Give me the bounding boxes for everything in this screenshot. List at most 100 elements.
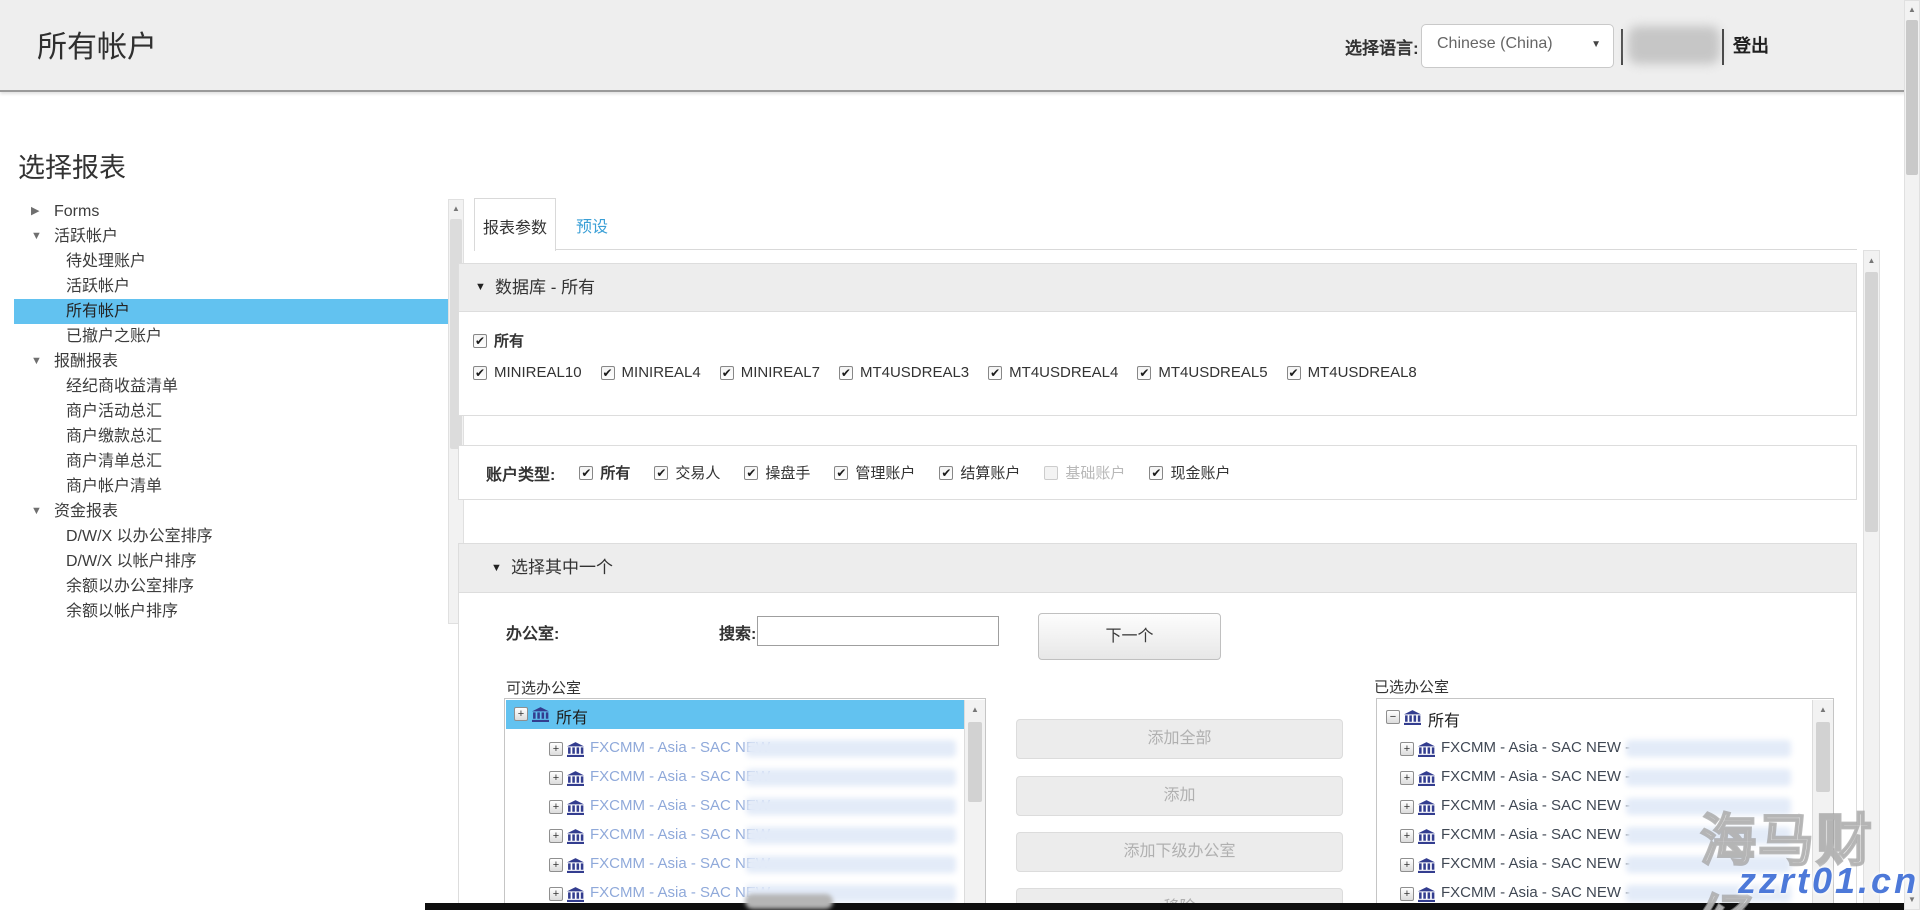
office-link[interactable]: FXCMM - Asia - SAC NEW	[590, 884, 770, 901]
expand-plus-icon[interactable]: +	[1400, 771, 1414, 785]
office-link[interactable]: FXCMM - Asia - SAC NEW	[590, 797, 770, 814]
type-checkbox-settlement[interactable]: ✔ 结算账户	[939, 462, 1020, 483]
collapse-caret-icon[interactable]: ▼	[475, 264, 486, 311]
scrollbar-thumb[interactable]	[1816, 722, 1830, 792]
tree-item-merchant-list-summary[interactable]: 商户清单总汇	[14, 449, 460, 474]
tree-expanded-icon[interactable]: ▼	[31, 224, 42, 249]
office-label[interactable]: FXCMM - Asia - SAC NEW -	[1441, 768, 1630, 785]
expand-plus-icon[interactable]: +	[549, 829, 563, 843]
tree-collapsed-icon[interactable]: ▶	[31, 199, 39, 224]
office-label[interactable]: FXCMM - Asia - SAC NEW -	[1441, 739, 1630, 756]
type-checkbox-operator[interactable]: ✔ 操盘手	[744, 462, 810, 483]
checkbox-checked-icon[interactable]: ✔	[744, 466, 758, 480]
type-checkbox-trader[interactable]: ✔ 交易人	[654, 462, 720, 483]
tree-item-closed-accounts[interactable]: 已撤户之账户	[14, 324, 460, 349]
tree-item-forms[interactable]: ▶ Forms	[14, 199, 460, 224]
tab-presets[interactable]: 预设	[556, 198, 628, 250]
office-link[interactable]: FXCMM - Asia - SAC NEW	[590, 768, 770, 785]
office-row[interactable]: + FXCMM - Asia - SAC NEW	[506, 764, 964, 793]
checkbox-checked-icon[interactable]: ✔	[834, 466, 848, 480]
tree-item-reward-reports-group[interactable]: ▼ 报酬报表	[14, 349, 460, 374]
checkbox-checked-icon[interactable]: ✔	[654, 466, 668, 480]
expand-plus-icon[interactable]: +	[549, 742, 563, 756]
expand-plus-icon[interactable]: +	[549, 887, 563, 901]
expand-plus-icon[interactable]: +	[1400, 742, 1414, 756]
scroll-up-icon[interactable]: ▲	[449, 201, 463, 217]
list-scrollbar[interactable]: ▲	[964, 700, 985, 910]
office-label[interactable]: FXCMM - Asia - SAC NEW -	[1441, 826, 1630, 843]
scroll-up-icon[interactable]: ▲	[1813, 702, 1833, 718]
tree-item-balance-by-office[interactable]: 余额以办公室排序	[14, 574, 460, 599]
office-row[interactable]: + FXCMM - Asia - SAC NEW	[506, 822, 964, 851]
scrollbar-thumb[interactable]	[968, 722, 982, 802]
db-checkbox-mt4usdreal3[interactable]: ✔ MT4USDREAL3	[839, 364, 969, 381]
add-sub-offices-button[interactable]: 添加下级办公室	[1016, 832, 1343, 872]
tree-item-broker-income[interactable]: 经纪商收益清单	[14, 374, 460, 399]
tree-item-all-accounts-selected[interactable]: 所有帐户	[14, 299, 460, 324]
office-link[interactable]: FXCMM - Asia - SAC NEW	[590, 739, 770, 756]
logout-link[interactable]: 登出	[1733, 32, 1769, 58]
expand-plus-icon[interactable]: +	[1400, 829, 1414, 843]
tree-expanded-icon[interactable]: ▼	[31, 499, 42, 524]
checkbox-checked-icon[interactable]: ✔	[1287, 366, 1301, 380]
scrollbar-thumb[interactable]	[1865, 272, 1878, 532]
tree-item-merchant-activity[interactable]: 商户活动总汇	[14, 399, 460, 424]
checkbox-checked-icon[interactable]: ✔	[939, 466, 953, 480]
scroll-up-icon[interactable]: ▲	[1864, 253, 1879, 269]
db-checkbox-mt4usdreal4[interactable]: ✔ MT4USDREAL4	[988, 364, 1118, 381]
tree-item-merchant-account-list[interactable]: 商户帐户清单	[14, 474, 460, 499]
next-button[interactable]: 下一个	[1038, 613, 1221, 660]
expand-plus-icon[interactable]: +	[549, 800, 563, 814]
browser-scrollbar[interactable]: ▲ ▼	[1904, 0, 1920, 910]
checkbox-checked-icon[interactable]: ✔	[1137, 366, 1151, 380]
tree-item-dwx-by-office[interactable]: D/W/X 以办公室排序	[14, 524, 460, 549]
tree-item-merchant-payment[interactable]: 商户缴款总汇	[14, 424, 460, 449]
office-row[interactable]: + FXCMM - Asia - SAC NEW	[506, 851, 964, 880]
office-root-row[interactable]: + 所有	[506, 700, 964, 729]
office-label[interactable]: FXCMM - Asia - SAC NEW -	[1441, 855, 1630, 872]
type-checkbox-cash[interactable]: ✔ 现金账户	[1149, 462, 1230, 483]
db-all-checkbox[interactable]: ✔ 所有	[473, 330, 524, 351]
office-row[interactable]: + FXCMM - Asia - SAC NEW	[506, 793, 964, 822]
type-checkbox-managed[interactable]: ✔ 管理账户	[834, 462, 915, 483]
office-row[interactable]: + FXCMM - Asia - SAC NEW -	[1378, 735, 1812, 764]
expand-plus-icon[interactable]: +	[1400, 887, 1414, 901]
expand-plus-icon[interactable]: +	[549, 771, 563, 785]
office-root-row[interactable]: − 所有	[1378, 703, 1812, 732]
checkbox-checked-icon[interactable]: ✔	[601, 366, 615, 380]
expand-plus-icon[interactable]: +	[1400, 858, 1414, 872]
tree-item-dwx-by-account[interactable]: D/W/X 以帐户排序	[14, 549, 460, 574]
db-checkbox-mt4usdreal5[interactable]: ✔ MT4USDREAL5	[1137, 364, 1267, 381]
expand-plus-icon[interactable]: +	[549, 858, 563, 872]
tree-expanded-icon[interactable]: ▼	[31, 349, 42, 374]
tree-item-fund-reports-group[interactable]: ▼ 资金报表	[14, 499, 460, 524]
scroll-up-icon[interactable]: ▲	[965, 702, 985, 718]
tree-item-balance-by-account[interactable]: 余额以帐户排序	[14, 599, 460, 624]
collapse-minus-icon[interactable]: −	[1386, 710, 1400, 724]
choose-section-header[interactable]: ▼ 选择其中一个	[459, 544, 1856, 593]
checkbox-checked-icon[interactable]: ✔	[473, 334, 487, 348]
language-select[interactable]: Chinese (China) ▼	[1421, 24, 1614, 68]
checkbox-checked-icon[interactable]: ✔	[473, 366, 487, 380]
collapse-caret-icon[interactable]: ▼	[491, 544, 502, 592]
expand-plus-icon[interactable]: +	[514, 707, 528, 721]
tree-item-pending-accounts[interactable]: 待处理账户	[14, 249, 460, 274]
db-checkbox-minireal4[interactable]: ✔ MINIREAL4	[601, 364, 701, 381]
tab-report-params[interactable]: 报表参数	[474, 198, 556, 251]
add-button[interactable]: 添加	[1016, 776, 1343, 816]
checkbox-checked-icon[interactable]: ✔	[1149, 466, 1163, 480]
type-checkbox-all[interactable]: ✔ 所有	[579, 462, 630, 483]
checkbox-checked-icon[interactable]: ✔	[579, 466, 593, 480]
office-row[interactable]: + FXCMM - Asia - SAC NEW -	[1378, 764, 1812, 793]
scroll-up-icon[interactable]: ▲	[1905, 2, 1919, 18]
office-row[interactable]: + FXCMM - Asia - SAC NEW	[506, 735, 964, 764]
add-all-button[interactable]: 添加全部	[1016, 719, 1343, 759]
office-label[interactable]: FXCMM - Asia - SAC NEW -	[1441, 797, 1630, 814]
db-checkbox-mt4usdreal8[interactable]: ✔ MT4USDREAL8	[1287, 364, 1417, 381]
database-section-header[interactable]: ▼ 数据库 - 所有	[459, 264, 1856, 312]
office-link[interactable]: FXCMM - Asia - SAC NEW	[590, 826, 770, 843]
expand-plus-icon[interactable]: +	[1400, 800, 1414, 814]
office-label[interactable]: FXCMM - Asia - SAC NEW -	[1441, 884, 1630, 901]
checkbox-checked-icon[interactable]: ✔	[839, 366, 853, 380]
checkbox-checked-icon[interactable]: ✔	[988, 366, 1002, 380]
